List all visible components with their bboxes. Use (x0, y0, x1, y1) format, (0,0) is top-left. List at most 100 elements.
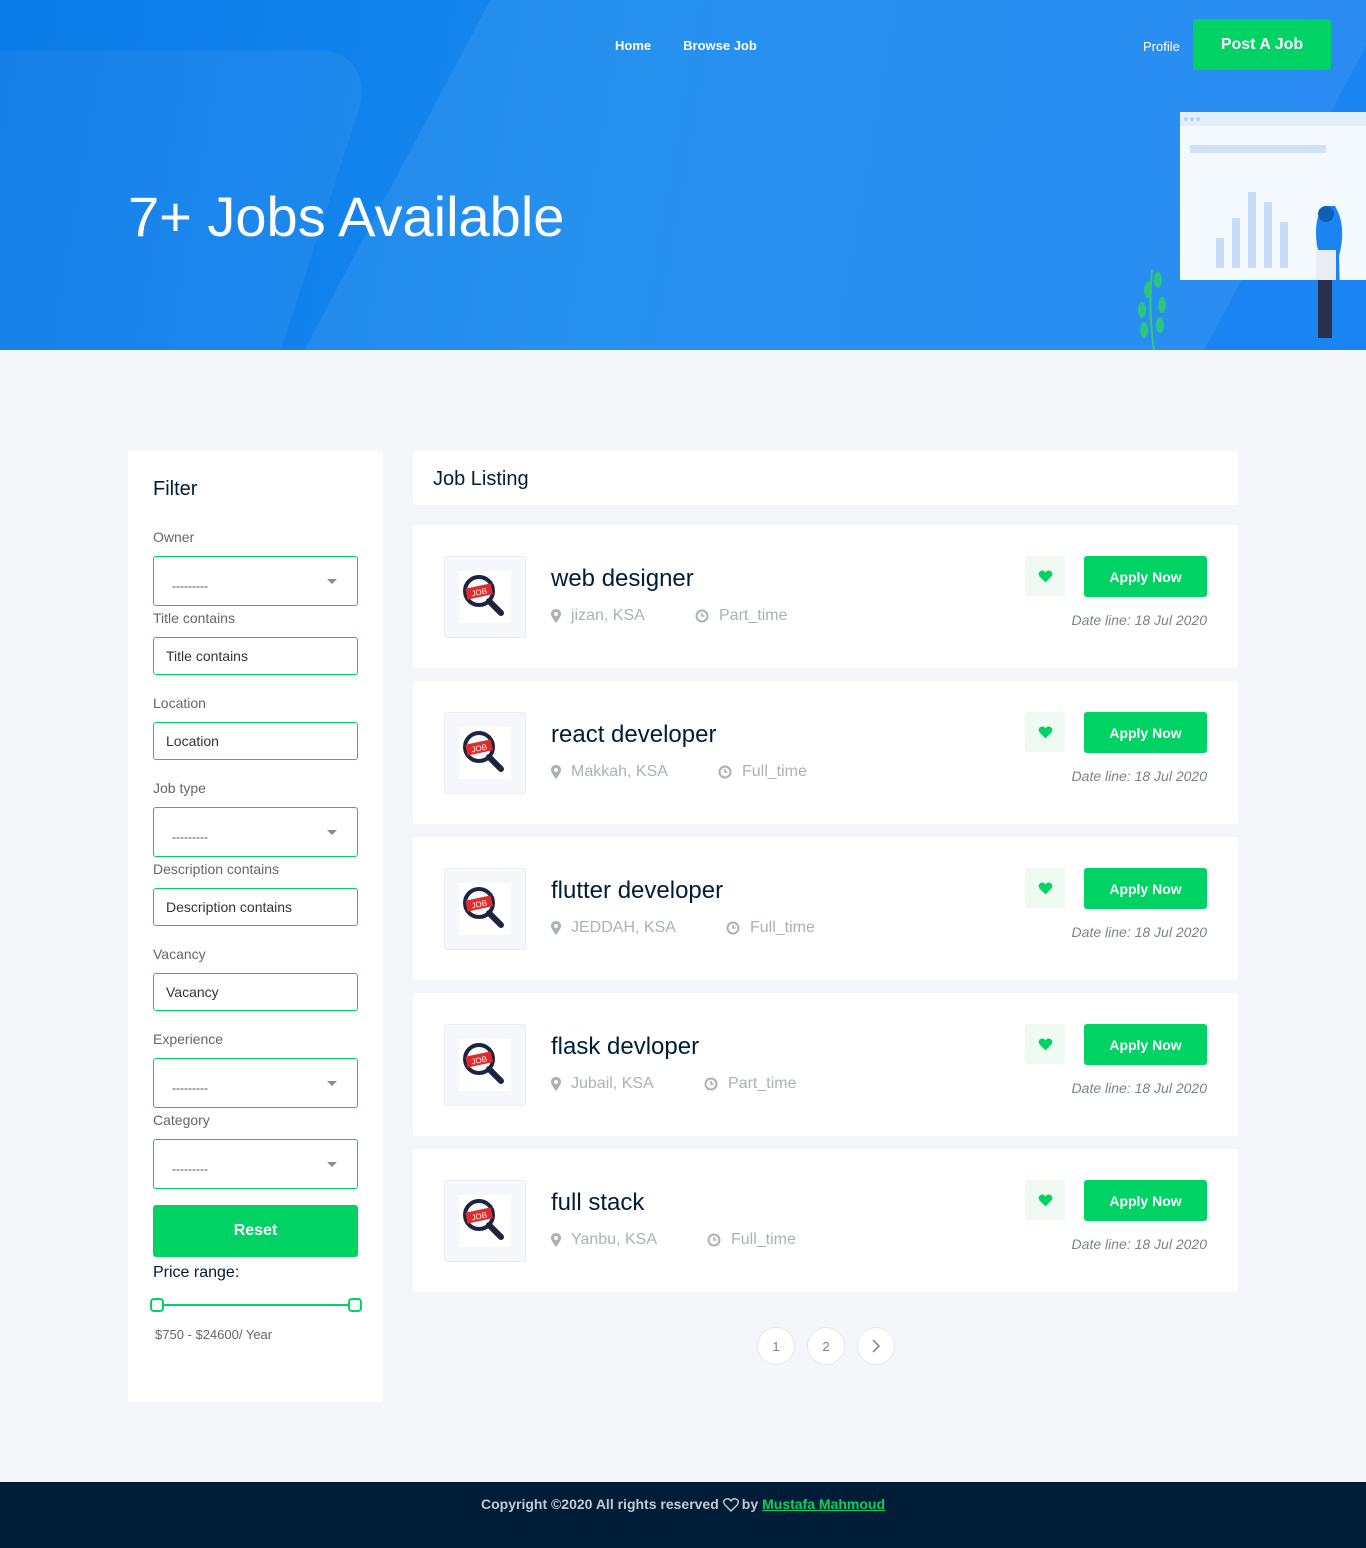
heart-icon (722, 1498, 739, 1512)
chevron-down-icon (327, 830, 337, 835)
job-search-icon: JOB (459, 571, 511, 623)
job-search-icon: JOB (459, 727, 511, 779)
apply-now-button[interactable]: Apply Now (1084, 1024, 1207, 1065)
favorite-button[interactable] (1025, 1024, 1065, 1064)
map-pin-icon (551, 765, 561, 779)
description-contains-input[interactable] (153, 888, 358, 926)
price-max-handle[interactable] (348, 1298, 362, 1312)
nav-home-link[interactable]: Home (615, 38, 651, 53)
reset-button[interactable]: Reset (153, 1205, 358, 1257)
price-range-label: Price range: (153, 1264, 240, 1281)
favorite-button[interactable] (1025, 868, 1065, 908)
job-type-select-value: --------- (172, 830, 208, 844)
next-page-button[interactable] (857, 1327, 895, 1365)
job-deadline: Date line: 18 Jul 2020 (1072, 768, 1207, 784)
job-type-label: Job type (153, 780, 206, 796)
job-location: jizan, KSA (551, 607, 645, 625)
job-card[interactable]: JOB full stack Yanbu, KSA Full_time Appl… (413, 1149, 1238, 1292)
price-min-handle[interactable] (150, 1298, 164, 1312)
job-listing-title: Job Listing (433, 468, 529, 490)
heart-icon (1038, 725, 1052, 739)
job-title[interactable]: full stack (551, 1189, 644, 1217)
job-title[interactable]: flutter developer (551, 877, 723, 905)
vacancy-input[interactable] (153, 973, 358, 1011)
job-location: JEDDAH, KSA (551, 919, 676, 937)
apply-now-button[interactable]: Apply Now (1084, 1180, 1207, 1221)
job-title[interactable]: flask devloper (551, 1033, 699, 1061)
deadline-label: Date line: (1071, 924, 1131, 940)
job-card[interactable]: JOB web designer jizan, KSA Part_time Ap… (413, 525, 1238, 668)
job-card[interactable]: JOB flask devloper Jubail, KSA Part_time… (413, 993, 1238, 1136)
job-type-select[interactable]: --------- (153, 807, 358, 857)
heart-icon (1038, 1193, 1052, 1207)
experience-select-value: --------- (172, 1081, 208, 1095)
deadline-label: Date line: (1071, 612, 1131, 628)
job-deadline: Date line: 18 Jul 2020 (1072, 612, 1207, 628)
clock-icon (704, 1077, 718, 1091)
clock-icon (707, 1233, 721, 1247)
heart-icon (1038, 881, 1052, 895)
job-search-icon: JOB (459, 883, 511, 935)
page-1-button[interactable]: 1 (757, 1327, 795, 1365)
map-pin-icon (551, 609, 561, 623)
job-type-text: Full_time (731, 1231, 796, 1248)
filter-title: Filter (153, 478, 198, 500)
author-link[interactable]: Mustafa Mahmoud (762, 1496, 885, 1548)
job-type: Full_time (726, 919, 815, 937)
favorite-button[interactable] (1025, 1180, 1065, 1220)
clock-icon (726, 921, 740, 935)
job-card[interactable]: JOB react developer Makkah, KSA Full_tim… (413, 681, 1238, 824)
post-job-button[interactable]: Post A Job (1193, 19, 1331, 70)
experience-label: Experience (153, 1031, 224, 1047)
job-logo: JOB (444, 712, 526, 794)
footer-by-text: by (741, 1496, 759, 1512)
deadline-label: Date line: (1071, 768, 1131, 784)
category-select[interactable]: --------- (153, 1139, 358, 1189)
job-deadline: Date line: 18 Jul 2020 (1072, 1080, 1207, 1096)
job-location-text: Makkah, KSA (571, 763, 668, 780)
clock-icon (718, 765, 732, 779)
apply-now-button[interactable]: Apply Now (1084, 712, 1207, 753)
deadline-date: 18 Jul 2020 (1134, 1080, 1207, 1096)
job-search-icon: JOB (459, 1195, 511, 1247)
experience-select[interactable]: --------- (153, 1058, 358, 1108)
job-type: Part_time (695, 607, 787, 625)
job-type-text: Full_time (750, 919, 815, 936)
profile-link[interactable]: Profile (1143, 39, 1180, 54)
heart-icon (1038, 1037, 1052, 1051)
deadline-date: 18 Jul 2020 (1134, 1236, 1207, 1252)
title-contains-input[interactable] (153, 637, 358, 675)
owner-label: Owner (153, 529, 195, 545)
favorite-button[interactable] (1025, 556, 1065, 596)
main-nav: Home Browse Job (615, 38, 757, 53)
filter-sidebar: Filter Owner --------- Title contains Lo… (128, 451, 383, 1402)
map-pin-icon (551, 1077, 561, 1091)
job-title[interactable]: web designer (551, 565, 694, 593)
job-card[interactable]: JOB flutter developer JEDDAH, KSA Full_t… (413, 837, 1238, 980)
job-deadline: Date line: 18 Jul 2020 (1072, 1236, 1207, 1252)
deadline-date: 18 Jul 2020 (1134, 924, 1207, 940)
price-range-track[interactable] (158, 1304, 356, 1306)
apply-now-button[interactable]: Apply Now (1084, 556, 1207, 597)
copyright-text: Copyright ©2020 All rights reserved (481, 1496, 719, 1512)
category-label: Category (153, 1112, 210, 1128)
apply-now-button[interactable]: Apply Now (1084, 868, 1207, 909)
map-pin-icon (551, 1233, 561, 1247)
clock-icon (695, 609, 709, 623)
job-location-text: JEDDAH, KSA (571, 919, 676, 936)
job-deadline: Date line: 18 Jul 2020 (1072, 924, 1207, 940)
job-logo: JOB (444, 1024, 526, 1106)
footer: Copyright ©2020 All rights reserved by M… (0, 1482, 1366, 1548)
location-input[interactable] (153, 722, 358, 760)
owner-select[interactable]: --------- (153, 556, 358, 606)
job-listing-header: Job Listing (413, 451, 1238, 505)
page-2-button[interactable]: 2 (807, 1327, 845, 1365)
favorite-button[interactable] (1025, 712, 1065, 752)
job-location-text: Jubail, KSA (571, 1075, 654, 1092)
job-logo: JOB (444, 1180, 526, 1262)
deadline-label: Date line: (1071, 1080, 1131, 1096)
nav-browse-job-link[interactable]: Browse Job (683, 38, 757, 53)
chevron-down-icon (327, 579, 337, 584)
job-title[interactable]: react developer (551, 721, 716, 749)
job-type-text: Part_time (719, 607, 788, 624)
